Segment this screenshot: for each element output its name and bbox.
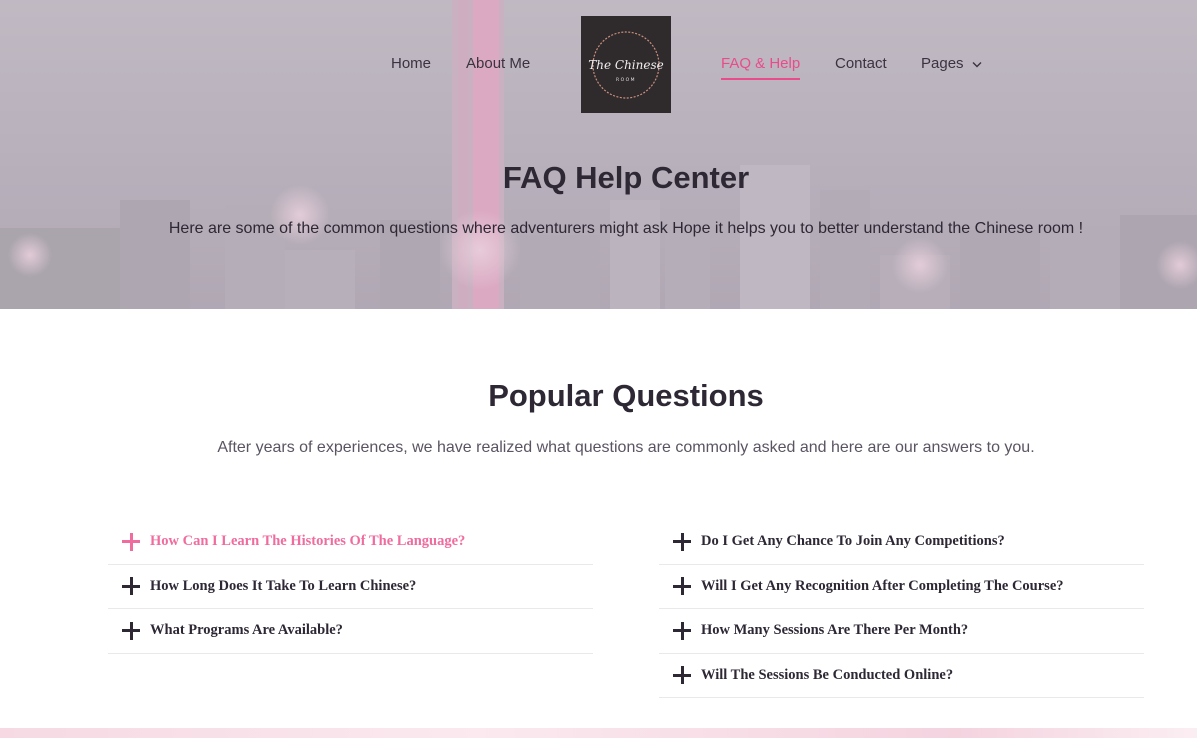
faq-item[interactable]: What Programs Are Available? xyxy=(108,609,593,654)
nav-contact[interactable]: Contact xyxy=(835,55,887,72)
site-logo[interactable]: The Chinese ROOM xyxy=(581,16,671,113)
faq-item[interactable]: Will I Get Any Recognition After Complet… xyxy=(659,565,1144,609)
nav-pages-label: Pages xyxy=(921,55,964,72)
plus-icon xyxy=(673,666,691,685)
faq-question: Do I Get Any Chance To Join Any Competit… xyxy=(701,533,1005,550)
plus-icon xyxy=(673,577,691,596)
page-title: FAQ Help Center xyxy=(502,160,750,195)
page-subtitle: Here are some of the common questions wh… xyxy=(168,220,1084,237)
faq-column-left: How Can I Learn The Histories Of The Lan… xyxy=(108,520,593,654)
plus-icon xyxy=(673,621,691,640)
section-title: Popular Questions xyxy=(488,378,764,413)
faq-question: How Long Does It Take To Learn Chinese? xyxy=(150,577,417,594)
faq-item[interactable]: How Long Does It Take To Learn Chinese? xyxy=(108,565,593,609)
faq-question: Will I Get Any Recognition After Complet… xyxy=(701,577,1064,594)
section-subtitle: After years of experiences, we have real… xyxy=(217,439,1035,456)
plus-icon xyxy=(673,532,691,551)
plus-icon xyxy=(122,577,140,596)
main-navigation: Home About Me The Chinese ROOM FAQ & Hel… xyxy=(0,0,1197,120)
plus-icon xyxy=(122,621,140,640)
footer-banner-edge xyxy=(0,728,1197,738)
nav-about-me[interactable]: About Me xyxy=(466,55,530,72)
faq-question: How Many Sessions Are There Per Month? xyxy=(701,622,969,639)
faq-question: What Programs Are Available? xyxy=(150,622,343,639)
faq-item[interactable]: Will The Sessions Be Conducted Online? xyxy=(659,654,1144,698)
nav-pages[interactable]: Pages xyxy=(921,55,982,72)
chevron-down-icon xyxy=(972,61,982,68)
faq-item[interactable]: How Many Sessions Are There Per Month? xyxy=(659,609,1144,654)
faq-column-right: Do I Get Any Chance To Join Any Competit… xyxy=(659,520,1144,698)
hero-banner: Home About Me The Chinese ROOM FAQ & Hel… xyxy=(0,0,1197,309)
nav-faq-help[interactable]: FAQ & Help xyxy=(721,55,801,80)
faq-question: Will The Sessions Be Conducted Online? xyxy=(701,666,954,683)
faq-item[interactable]: Do I Get Any Chance To Join Any Competit… xyxy=(659,520,1144,565)
plus-icon xyxy=(122,532,140,551)
faq-item[interactable]: How Can I Learn The Histories Of The Lan… xyxy=(108,520,593,565)
logo-emblem: The Chinese ROOM xyxy=(588,30,664,99)
svg-text:The Chinese: The Chinese xyxy=(588,58,664,72)
nav-home[interactable]: Home xyxy=(391,55,431,72)
svg-text:ROOM: ROOM xyxy=(616,77,636,83)
faq-question: How Can I Learn The Histories Of The Lan… xyxy=(150,533,466,550)
